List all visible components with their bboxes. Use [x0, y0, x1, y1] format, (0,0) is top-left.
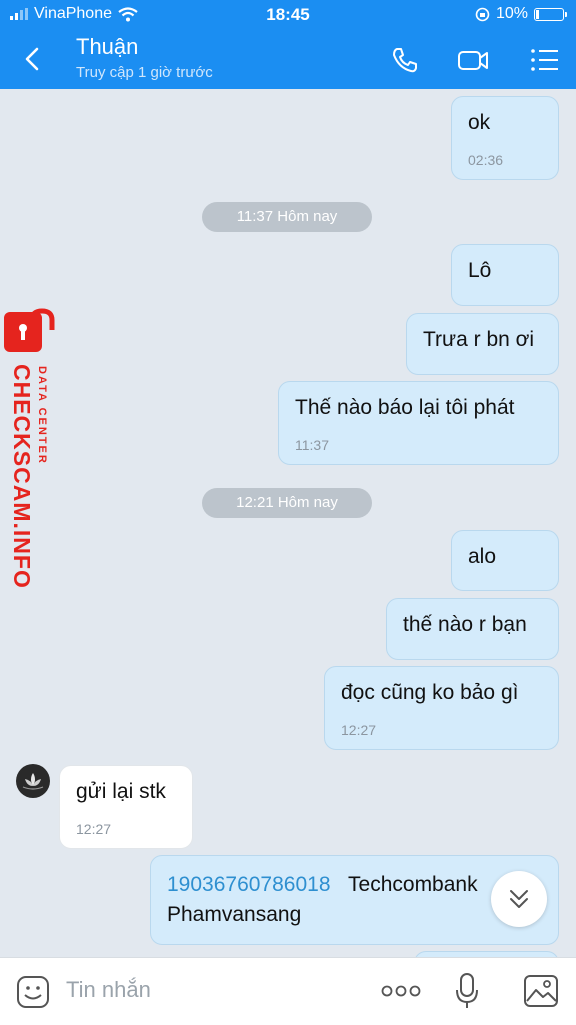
image-icon[interactable] [523, 974, 559, 1008]
message-text: gửi lại stk [76, 780, 166, 803]
microphone-icon[interactable] [454, 972, 480, 1010]
bank-name: Techcombank [348, 873, 478, 896]
phone-icon[interactable] [388, 43, 422, 77]
account-number-link[interactable]: 19036760786018 [167, 873, 331, 896]
message-time: 12:27 [76, 821, 112, 837]
account-line: 19036760786018 Techcombank [167, 873, 478, 897]
chat-header: Thuận Truy cập 1 giờ trước [0, 30, 576, 89]
status-right: 10% [475, 5, 567, 23]
lotus-avatar-image [22, 773, 44, 790]
message-input[interactable]: Tin nhắn [66, 977, 151, 1003]
battery-percent: 10% [495, 5, 528, 22]
watermark-sub: DATA CENTER [36, 366, 48, 465]
video-call-icon[interactable] [456, 43, 490, 77]
account-holder-name: Phamvansang [167, 903, 302, 926]
scroll-down-button[interactable] [491, 871, 547, 927]
orientation-lock-icon [475, 7, 490, 21]
message-bubble[interactable]: Thế nào báo lại tôi phát 11:37 [278, 381, 559, 465]
date-separator: 12:21 Hôm nay [202, 488, 372, 518]
status-bar: VinaPhone 18:45 10% [0, 0, 576, 30]
back-icon[interactable] [18, 44, 48, 74]
message-bubble[interactable]: alo [451, 530, 559, 591]
message-time: 12:27 [341, 722, 377, 738]
message-text: ok [468, 111, 491, 134]
scroll-down-icon [510, 890, 528, 908]
lock-icon [4, 308, 55, 352]
message-text: đọc cũng ko bảo gì [341, 681, 519, 704]
message-bubble[interactable]: đọc cũng ko bảo gì 12:27 [324, 666, 559, 750]
message-text: Trưa r bn ơi [423, 328, 535, 351]
message-bubble-incoming[interactable]: gửi lại stk 12:27 [59, 765, 193, 849]
watermark: CHECKSCAM.INFO DATA CENTER [0, 308, 70, 598]
message-text: Lô [468, 259, 492, 282]
message-list[interactable]: ok 02:36 11:37 Hôm nay Lô Trưa r bn ơi T… [0, 89, 576, 957]
message-time: 11:37 [295, 437, 329, 453]
message-input-bar: Tin nhắn [0, 957, 576, 1025]
last-seen: Truy cập 1 giờ trước [76, 64, 213, 81]
menu-icon[interactable] [528, 43, 562, 77]
message-bubble[interactable]: Trưa r bn ơi [406, 313, 559, 375]
message-text: alo [468, 545, 497, 568]
contact-name[interactable]: Thuận [76, 34, 138, 60]
watermark-main: CHECKSCAM.INFO [9, 364, 35, 589]
message-text: Thế nào báo lại tôi phát [295, 396, 515, 419]
message-bubble[interactable]: Lô [451, 244, 559, 306]
contact-avatar[interactable] [16, 764, 50, 798]
message-bubble[interactable]: ok 02:36 [451, 96, 559, 180]
message-text: thế nào r bạn [403, 613, 527, 636]
message-time: 02:36 [468, 152, 504, 168]
battery-icon [534, 7, 567, 21]
date-separator: 11:37 Hôm nay [202, 202, 372, 232]
message-bubble[interactable]: thế nào r bạn [386, 598, 559, 660]
more-icon[interactable] [381, 984, 421, 998]
emoji-icon[interactable] [16, 975, 50, 1009]
